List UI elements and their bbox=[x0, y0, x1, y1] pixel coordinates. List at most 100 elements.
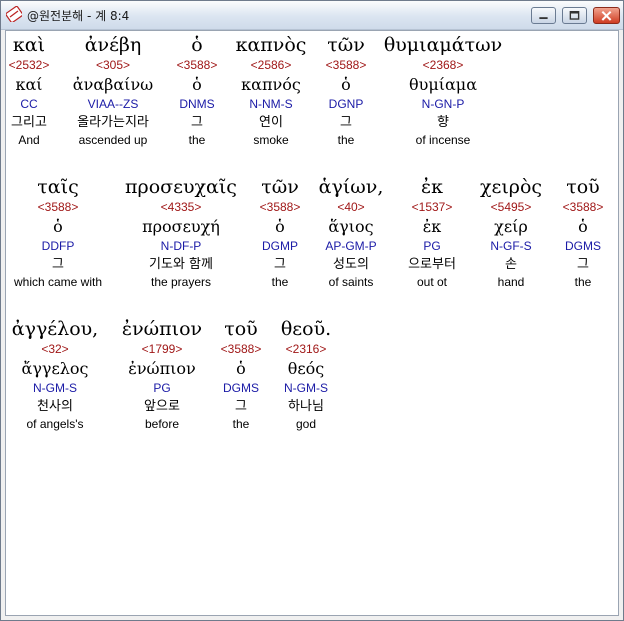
word-block[interactable]: καπνὸς <2586> καπνός N-NM-S 연이 smoke bbox=[230, 33, 312, 148]
parsing-code: N-NM-S bbox=[249, 97, 293, 111]
word-block[interactable]: καὶ <2532> καί CC 그리고 And bbox=[7, 33, 51, 148]
word-block[interactable]: ἁγίων, <40> ἅγιος AP-GM-P 성도의 of saints bbox=[312, 175, 390, 290]
window-title: @원전분해 - 계 8:4 bbox=[27, 9, 130, 23]
word-block[interactable]: ταῖς <3588> ὁ DDFP 그 which came with bbox=[6, 175, 110, 290]
strong-number[interactable]: <5495> bbox=[472, 199, 550, 216]
lemma: ὁ bbox=[53, 217, 63, 236]
greek-word: ὁ bbox=[191, 34, 203, 56]
strong-number[interactable]: <4335> bbox=[116, 199, 246, 216]
greek-word: ἀγγέλου, bbox=[11, 318, 99, 340]
strong-number[interactable]: <3588> bbox=[252, 199, 308, 216]
parsing-code: N-DF-P bbox=[160, 239, 202, 253]
strong-number[interactable]: <2532> bbox=[7, 57, 51, 74]
word-block[interactable]: τῶν <3588> ὁ DGMP 그 the bbox=[252, 175, 308, 290]
greek-word: ἁγίων, bbox=[318, 176, 384, 198]
lemma: ὁ bbox=[192, 75, 202, 94]
korean-gloss: 그 bbox=[235, 399, 247, 414]
korean-gloss: 그 bbox=[577, 257, 589, 272]
korean-gloss: 천사의 bbox=[37, 399, 73, 414]
word-block[interactable]: τοῦ <3588> ὁ DGMS 그 the bbox=[556, 175, 610, 290]
lemma: χείρ bbox=[494, 217, 528, 236]
lemma: προσευχή bbox=[142, 217, 220, 236]
greek-word: ἐκ bbox=[420, 176, 444, 198]
korean-gloss: 성도의 bbox=[333, 257, 369, 272]
english-gloss: the bbox=[574, 275, 592, 289]
strong-number[interactable]: <3588> bbox=[216, 341, 266, 358]
lemma: ἅγιος bbox=[328, 217, 374, 236]
english-gloss: the bbox=[188, 133, 206, 147]
lemma: θυμίαμα bbox=[408, 75, 478, 94]
minimize-icon bbox=[539, 17, 548, 20]
lemma: ἐκ bbox=[422, 217, 442, 236]
parsing-code: VIAA--ZS bbox=[87, 97, 139, 111]
english-gloss: And bbox=[18, 133, 40, 147]
english-gloss: before bbox=[144, 417, 180, 431]
parsing-code: AP-GM-P bbox=[325, 239, 377, 253]
strong-number[interactable]: <3588> bbox=[6, 199, 110, 216]
strong-number[interactable]: <32> bbox=[6, 341, 104, 358]
strong-number[interactable]: <2316> bbox=[274, 341, 338, 358]
english-gloss: god bbox=[295, 417, 317, 431]
strong-number[interactable]: <3588> bbox=[172, 57, 222, 74]
word-block[interactable]: ἐνώπιον <1799> ἐνώπιον PG 앞으로 before bbox=[112, 317, 212, 432]
minimize-button[interactable] bbox=[531, 7, 556, 24]
english-gloss: of incense bbox=[415, 133, 471, 147]
korean-gloss: 하나님 bbox=[288, 399, 324, 414]
strong-number[interactable]: <3588> bbox=[319, 57, 373, 74]
lemma: ἀναβαίνω bbox=[72, 75, 154, 94]
greek-word: τοῦ bbox=[566, 176, 600, 198]
maximize-icon bbox=[569, 10, 580, 20]
greek-word: χειρὸς bbox=[479, 176, 543, 198]
english-gloss: smoke bbox=[253, 133, 289, 147]
strong-number[interactable]: <40> bbox=[312, 199, 390, 216]
english-gloss: the bbox=[271, 275, 289, 289]
word-block[interactable]: θεοῦ. <2316> θεός N-GM-S 하나님 god bbox=[274, 317, 338, 432]
interlinear-panel[interactable]: καὶ <2532> καί CC 그리고 And ἀνέβη <305> ἀν… bbox=[5, 30, 619, 616]
korean-gloss: 으로부터 bbox=[408, 257, 456, 272]
parsing-code: DGMP bbox=[262, 239, 298, 253]
english-gloss: the bbox=[337, 133, 355, 147]
word-block[interactable]: τῶν <3588> ὁ DGNP 그 the bbox=[319, 33, 373, 148]
korean-gloss: 앞으로 bbox=[144, 399, 180, 414]
app-book-icon[interactable] bbox=[6, 6, 22, 22]
greek-word: ταῖς bbox=[37, 176, 79, 198]
korean-gloss: 그 bbox=[274, 257, 286, 272]
strong-number[interactable]: <3588> bbox=[556, 199, 610, 216]
word-block[interactable]: ὁ <3588> ὁ DNMS 그 the bbox=[172, 33, 222, 148]
lemma: ὁ bbox=[275, 217, 285, 236]
strong-number[interactable]: <1537> bbox=[396, 199, 468, 216]
korean-gloss: 기도와 함께 bbox=[149, 257, 213, 272]
word-block[interactable]: προσευχαῖς <4335> προσευχή N-DF-P 기도와 함께… bbox=[116, 175, 246, 290]
korean-gloss: 그 bbox=[191, 115, 203, 130]
title-bar[interactable]: @원전분해 - 계 8:4 bbox=[1, 1, 623, 30]
parsing-code: DDFP bbox=[41, 239, 75, 253]
korean-gloss: 손 bbox=[505, 257, 517, 272]
parsing-code: N-GM-S bbox=[284, 381, 328, 395]
greek-word: ἐνώπιον bbox=[121, 318, 203, 340]
parsing-code: CC bbox=[20, 97, 38, 111]
english-gloss: ascended up bbox=[78, 133, 148, 147]
english-gloss: of saints bbox=[328, 275, 374, 289]
greek-word: ἀνέβη bbox=[84, 34, 142, 56]
greek-word: τῶν bbox=[327, 34, 365, 56]
close-button[interactable] bbox=[593, 7, 620, 24]
english-gloss: which came with bbox=[13, 275, 103, 289]
maximize-button[interactable] bbox=[562, 7, 587, 24]
greek-word: τοῦ bbox=[224, 318, 258, 340]
word-block[interactable]: τοῦ <3588> ὁ DGMS 그 the bbox=[216, 317, 266, 432]
lemma: ὁ bbox=[236, 359, 246, 378]
word-block[interactable]: ἐκ <1537> ἐκ PG 으로부터 out ot bbox=[396, 175, 468, 290]
word-block[interactable]: ἀγγέλου, <32> ἄγγελος N-GM-S 천사의 of ange… bbox=[6, 317, 104, 432]
strong-number[interactable]: <2586> bbox=[230, 57, 312, 74]
word-block[interactable]: θυμιαμάτων <2368> θυμίαμα N-GN-P 향 of in… bbox=[378, 33, 508, 148]
strong-number[interactable]: <1799> bbox=[112, 341, 212, 358]
lemma: καί bbox=[15, 75, 43, 94]
greek-word: προσευχαῖς bbox=[125, 176, 237, 198]
parsing-code: DNMS bbox=[179, 97, 215, 111]
parsing-code: PG bbox=[423, 239, 441, 253]
parsing-code: DGMS bbox=[565, 239, 601, 253]
strong-number[interactable]: <2368> bbox=[378, 57, 508, 74]
word-block[interactable]: ἀνέβη <305> ἀναβαίνω VIAA--ZS 올라가는지라 asc… bbox=[63, 33, 163, 148]
word-block[interactable]: χειρὸς <5495> χείρ N-GF-S 손 hand bbox=[472, 175, 550, 290]
strong-number[interactable]: <305> bbox=[63, 57, 163, 74]
